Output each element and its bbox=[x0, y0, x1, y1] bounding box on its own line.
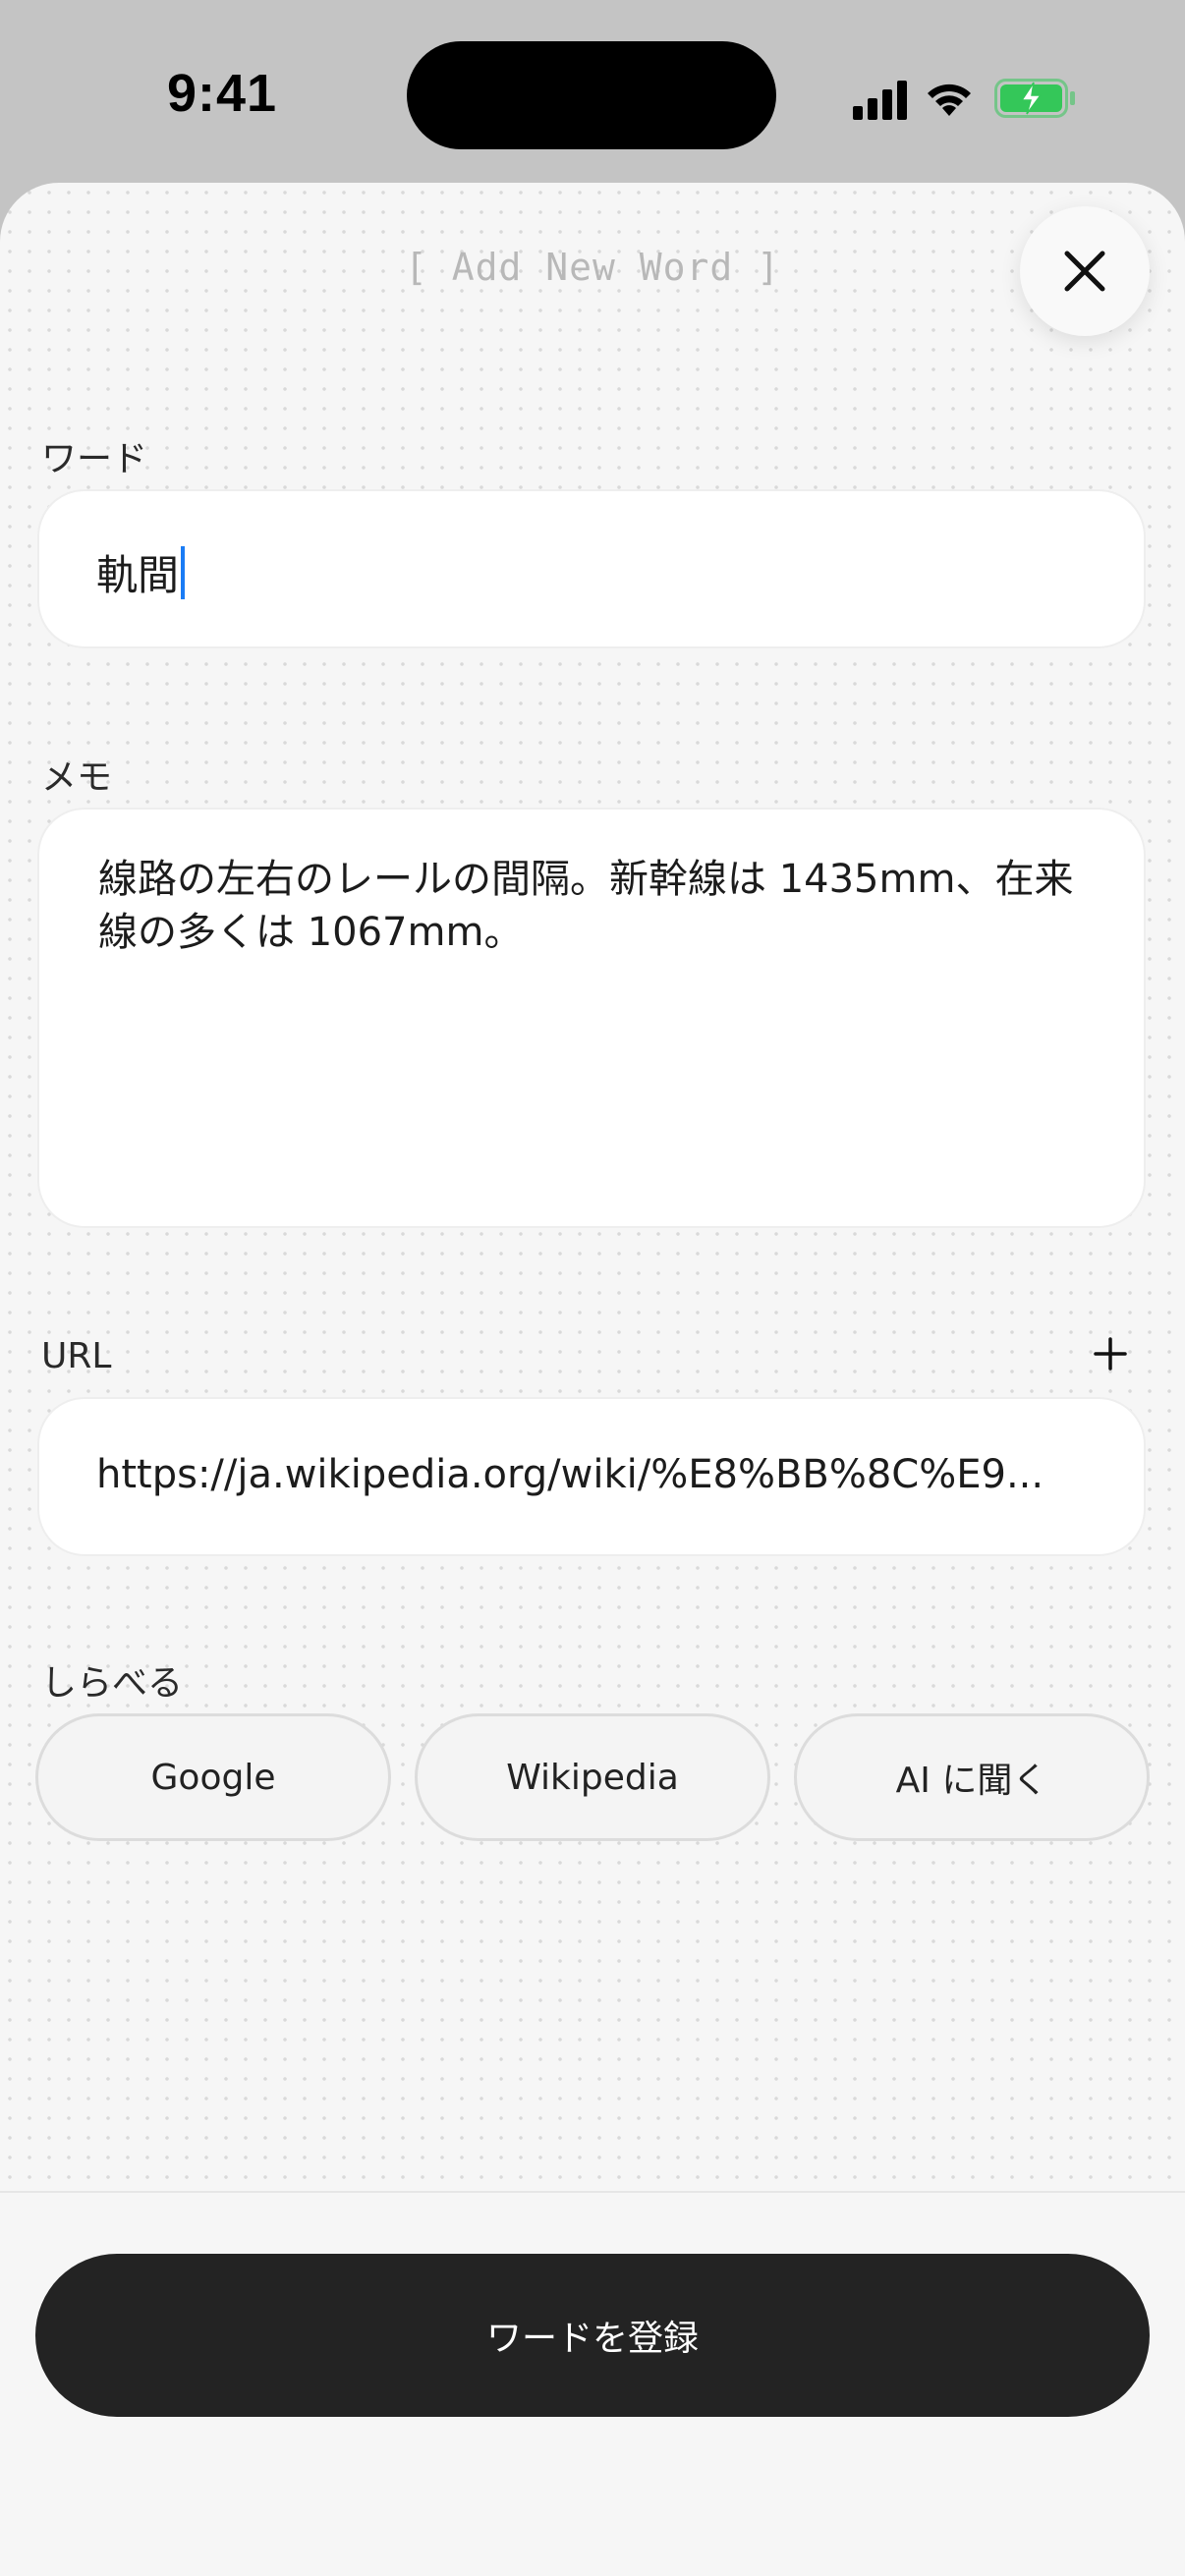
wifi-icon bbox=[928, 84, 971, 116]
close-icon bbox=[1064, 251, 1105, 292]
status-time: 9:41 bbox=[167, 64, 278, 123]
search-buttons: Google Wikipedia AI に聞く bbox=[35, 1713, 1150, 1841]
word-input-value-wrap: 軌間 bbox=[96, 542, 186, 602]
memo-textarea[interactable]: 線路の左右のレールの間隔。新幹線は 1435mm、在来線の多くは 1067mm。 bbox=[37, 808, 1146, 1228]
plus-icon bbox=[1094, 1337, 1127, 1371]
url-value: https://ja.wikipedia.org/wiki/%E8%BB%8C%… bbox=[96, 1452, 1044, 1497]
register-word-button[interactable]: ワードを登録 bbox=[35, 2254, 1150, 2417]
memo-label: メモ bbox=[41, 757, 113, 798]
add-word-sheet: [ Add New Word ] ワード 軌間 メモ 線路の左右のレールの間隔。… bbox=[0, 183, 1185, 2576]
search-label: しらべる bbox=[41, 1663, 184, 1704]
add-word-screen: 9:41 [ Add New Word ] ワード 軌間 メモ 線路の左右のレー… bbox=[0, 0, 1185, 2576]
wikipedia-search-button[interactable]: Wikipedia bbox=[415, 1713, 770, 1841]
cellular-signal-icon bbox=[853, 81, 907, 120]
word-input[interactable]: 軌間 bbox=[37, 489, 1146, 648]
url-input[interactable]: https://ja.wikipedia.org/wiki/%E8%BB%8C%… bbox=[37, 1397, 1146, 1556]
word-label: ワード bbox=[41, 439, 148, 479]
memo-value: 線路の左右のレールの間隔。新幹線は 1435mm、在来線の多くは 1067mm。 bbox=[98, 857, 1074, 955]
close-button[interactable] bbox=[1020, 206, 1150, 336]
word-input-value: 軌間 bbox=[96, 551, 180, 599]
url-label: URL bbox=[41, 1336, 112, 1376]
add-url-button[interactable] bbox=[1089, 1332, 1132, 1375]
ask-ai-button[interactable]: AI に聞く bbox=[794, 1713, 1150, 1841]
status-bar: 9:41 bbox=[0, 0, 1185, 187]
dynamic-island bbox=[407, 41, 776, 149]
google-search-button[interactable]: Google bbox=[35, 1713, 391, 1841]
text-caret bbox=[181, 545, 186, 599]
sheet-title: [ Add New Word ] bbox=[404, 246, 781, 289]
battery-charging-icon bbox=[994, 79, 1075, 118]
